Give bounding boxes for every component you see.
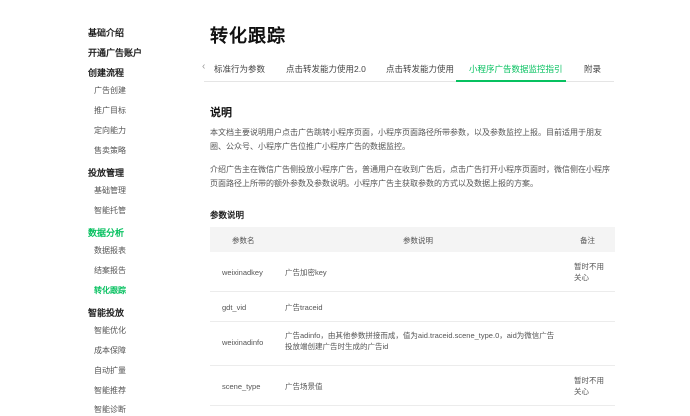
- tab-click-forward[interactable]: 点击转发能力使用: [386, 63, 454, 75]
- active-tab-indicator: [456, 80, 566, 82]
- param-desc: 广告adinfo，由其他参数拼接而成，值为aid.traceid.scene_t…: [285, 331, 555, 351]
- tab-click-forward-2[interactable]: 点击转发能力使用2.0: [286, 63, 366, 75]
- chevron-left-icon[interactable]: ‹: [202, 61, 205, 72]
- param-name: weixinadinfo: [222, 338, 264, 347]
- nav-item-auto-expand[interactable]: 自动扩量: [94, 365, 126, 376]
- column-header-note: 备注: [580, 236, 595, 245]
- nav-group-smart-delivery[interactable]: 智能投放: [88, 306, 124, 319]
- param-desc: 广告traceid: [285, 303, 323, 312]
- nav-item-smart-hosting[interactable]: 智能托管: [94, 205, 126, 216]
- tab-appendix[interactable]: 附录: [584, 63, 601, 75]
- param-desc: 广告场景值: [285, 382, 323, 391]
- table-header: 参数名 参数说明 备注: [210, 227, 615, 252]
- nav-item-data-report[interactable]: 数据报表: [94, 245, 126, 256]
- nav-group-open-account[interactable]: 开通广告账户: [88, 46, 142, 59]
- nav-group-create-flow[interactable]: 创建流程: [88, 66, 124, 79]
- intro-paragraph: 本文档主要说明用户点击广告跳转小程序页面，小程序页面路径所带参数，以及参数监控上…: [210, 128, 602, 151]
- table-row: scene_type 广告场景值 暂时不用关心: [210, 366, 615, 406]
- nav-group-basic-intro[interactable]: 基础介绍: [88, 26, 124, 39]
- params-title: 参数说明: [210, 210, 245, 220]
- nav-item-smart-recommend[interactable]: 智能推荐: [94, 385, 126, 396]
- nav-group-data-analysis[interactable]: 数据分析: [88, 226, 124, 239]
- table-row: weixinadkey 广告加密key 暂时不用关心: [210, 252, 615, 292]
- table-row: gdt_vid 广告traceid: [210, 292, 615, 322]
- nav-item-closing-report[interactable]: 结案报告: [94, 265, 126, 276]
- detail-paragraph: 介绍广告主在微信广告侧投放小程序广告，普通用户在收到广告后，点击广告打开小程序页…: [210, 165, 610, 188]
- nav-item-basic-mgmt[interactable]: 基础管理: [94, 185, 126, 196]
- column-header-name: 参数名: [232, 236, 255, 245]
- nav-item-cost-guarantee[interactable]: 成本保障: [94, 345, 126, 356]
- nav-group-delivery-mgmt[interactable]: 投放管理: [88, 166, 124, 179]
- table-row: weixinadinfo 广告adinfo，由其他参数拼接而成，值为aid.tr…: [210, 322, 615, 366]
- tab-standard-params[interactable]: 标准行为参数: [214, 63, 265, 75]
- nav-item-promo-target[interactable]: 推广目标: [94, 105, 126, 116]
- column-header-desc: 参数说明: [403, 236, 433, 245]
- param-name: weixinadkey: [222, 268, 263, 277]
- sidebar-nav: 基础介绍 开通广告账户 创建流程 广告创建 推广目标 定向能力 售卖策略 投放管…: [0, 0, 170, 416]
- page-title: 转化跟踪: [210, 26, 286, 46]
- nav-item-conversion-tracking[interactable]: 转化跟踪: [94, 285, 126, 296]
- nav-item-targeting[interactable]: 定向能力: [94, 125, 126, 136]
- nav-item-smart-diagnose[interactable]: 智能诊断: [94, 404, 126, 415]
- param-name: scene_type: [222, 382, 261, 391]
- param-note: 暂时不用关心: [574, 376, 604, 396]
- param-desc: 广告加密key: [285, 268, 327, 277]
- nav-item-ad-create[interactable]: 广告创建: [94, 85, 126, 96]
- param-name: gdt_vid: [222, 303, 247, 312]
- nav-item-sales-strategy[interactable]: 售卖策略: [94, 145, 126, 156]
- section-title: 说明: [210, 107, 232, 119]
- nav-item-smart-optimize[interactable]: 智能优化: [94, 325, 126, 336]
- param-note: 暂时不用关心: [574, 262, 604, 282]
- tab-miniprogram-monitor[interactable]: 小程序广告数据监控指引: [469, 63, 563, 75]
- tab-bar: ‹ 标准行为参数 点击转发能力使用2.0 点击转发能力使用 小程序广告数据监控指…: [202, 58, 614, 82]
- main-content: 转化跟踪 ‹ 标准行为参数 点击转发能力使用2.0 点击转发能力使用 小程序广告…: [202, 0, 630, 416]
